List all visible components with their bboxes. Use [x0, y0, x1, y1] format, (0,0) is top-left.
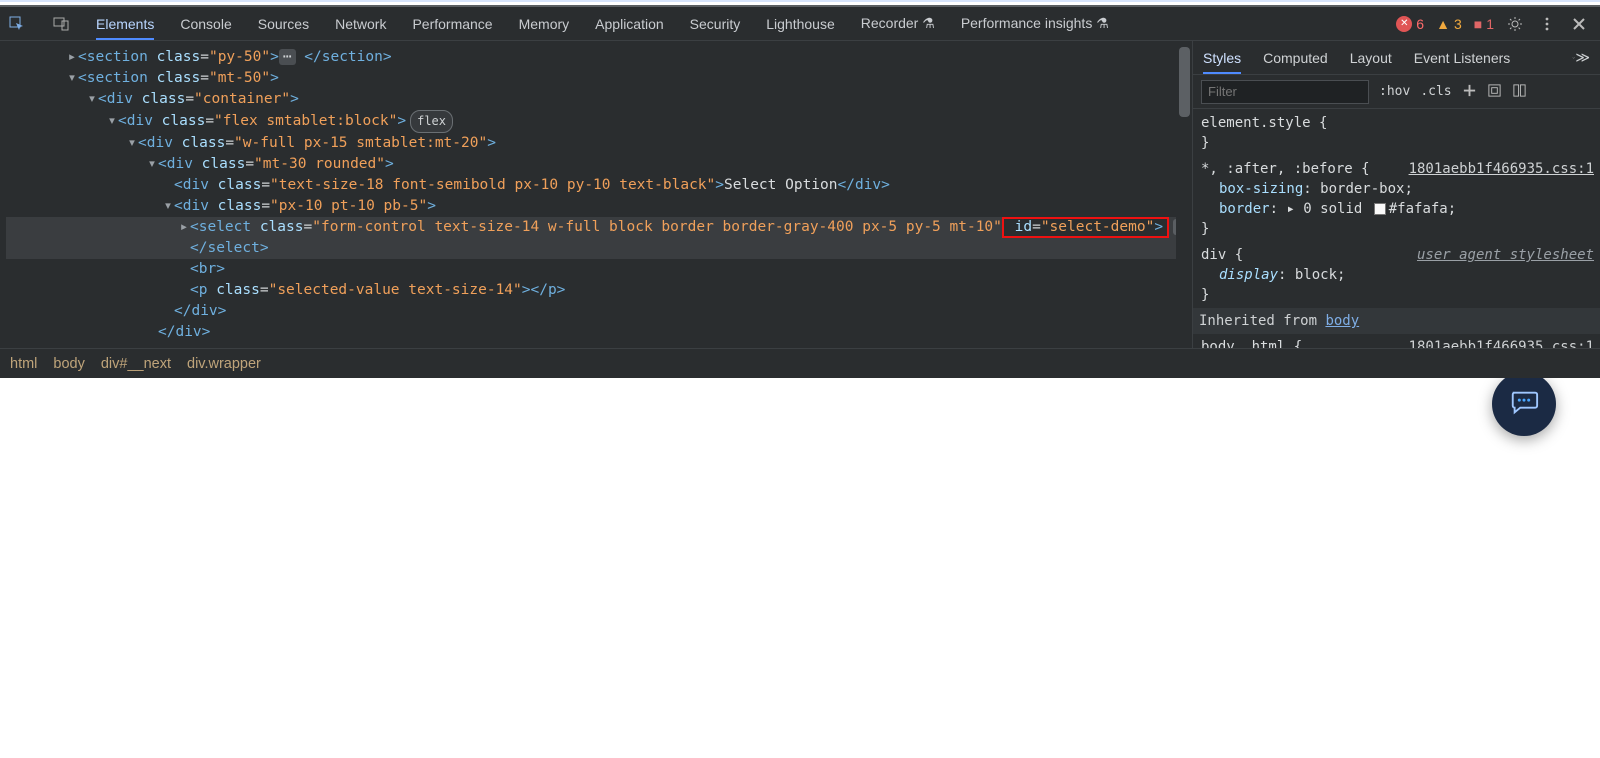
styles-filter-input[interactable] — [1201, 80, 1369, 104]
issue-icon: ■ — [1474, 16, 1482, 32]
new-style-rule-icon[interactable] — [1462, 83, 1477, 101]
device-toggle-icon[interactable] — [52, 15, 70, 33]
warning-icon: ▲ — [1436, 16, 1450, 32]
chat-icon — [1509, 387, 1539, 421]
tab-elements[interactable]: Elements — [96, 9, 154, 39]
tab-lighthouse[interactable]: Lighthouse — [766, 9, 835, 39]
styles-tab-computed[interactable]: Computed — [1263, 43, 1328, 73]
inherited-from-link[interactable]: body — [1325, 313, 1359, 329]
crumb-body[interactable]: body — [53, 356, 84, 372]
id-highlight: id="select-demo"> — [1002, 217, 1169, 238]
tab-recorder[interactable]: Recorder ⚗ — [861, 8, 935, 39]
chat-fab[interactable] — [1492, 372, 1556, 436]
flex-badge[interactable]: flex — [410, 110, 453, 133]
tab-security[interactable]: Security — [690, 9, 741, 39]
more-tabs-icon[interactable]: ≫ — [1572, 49, 1590, 67]
styles-tab-styles[interactable]: Styles — [1203, 43, 1241, 73]
kebab-icon[interactable] — [1538, 15, 1556, 33]
dom-breadcrumbs: html body div#__next div.wrapper — [0, 348, 1600, 378]
devtools-status: ✕6 ▲3 ■1 — [1396, 15, 1592, 33]
crumb-next[interactable]: div#__next — [101, 356, 171, 372]
styles-tab-event-listeners[interactable]: Event Listeners — [1414, 43, 1511, 73]
warning-count[interactable]: ▲3 — [1436, 16, 1462, 32]
tab-performance[interactable]: Performance — [412, 9, 492, 39]
dom-tree[interactable]: ▸<section class="py-50">⋯ </section> ▾<s… — [0, 41, 1192, 348]
close-icon[interactable] — [1570, 15, 1588, 33]
crumb-html[interactable]: html — [10, 356, 37, 372]
cls-toggle[interactable]: .cls — [1420, 84, 1451, 99]
selected-dom-node[interactable]: ▸<select class="form-control text-size-1… — [6, 217, 1192, 238]
color-swatch[interactable] — [1374, 203, 1386, 215]
styles-rules[interactable]: element.style { } 1801aebb1f466935.css:1… — [1193, 109, 1600, 348]
issue-count[interactable]: ■1 — [1474, 16, 1494, 32]
crumb-wrapper[interactable]: div.wrapper — [187, 356, 261, 372]
tab-sources[interactable]: Sources — [258, 9, 309, 39]
devtools-panel: Elements Console Sources Network Perform… — [0, 5, 1600, 378]
inspect-icon[interactable] — [8, 15, 26, 33]
tab-perf-insights[interactable]: Performance insights ⚗ — [961, 8, 1109, 39]
toggle-common-icon[interactable] — [1487, 83, 1502, 101]
gear-icon[interactable] — [1506, 15, 1524, 33]
tab-memory[interactable]: Memory — [519, 9, 570, 39]
flask-icon: ⚗ — [1096, 15, 1109, 31]
computed-toggle-icon[interactable] — [1512, 83, 1527, 101]
css-source-link[interactable]: 1801aebb1f466935.css:1 — [1409, 159, 1594, 179]
hov-toggle[interactable]: :hov — [1379, 84, 1410, 99]
dom-scrollbar[interactable] — [1176, 41, 1192, 348]
page-body: Select Option Please select Multi Select… — [0, 85, 1600, 378]
flask-icon: ⚗ — [922, 15, 935, 31]
tab-network[interactable]: Network — [335, 9, 386, 39]
devtools-tabbar: Elements Console Sources Network Perform… — [0, 7, 1600, 41]
ua-stylesheet-label: user agent stylesheet — [1417, 245, 1594, 265]
styles-tab-layout[interactable]: Layout — [1350, 43, 1392, 73]
styles-pane: Styles Computed Layout Event Listeners ≫… — [1192, 41, 1600, 348]
tab-console[interactable]: Console — [180, 9, 231, 39]
css-source-link[interactable]: 1801aebb1f466935.css:1 — [1409, 337, 1594, 348]
tab-application[interactable]: Application — [595, 9, 664, 39]
error-count[interactable]: ✕6 — [1396, 16, 1424, 32]
